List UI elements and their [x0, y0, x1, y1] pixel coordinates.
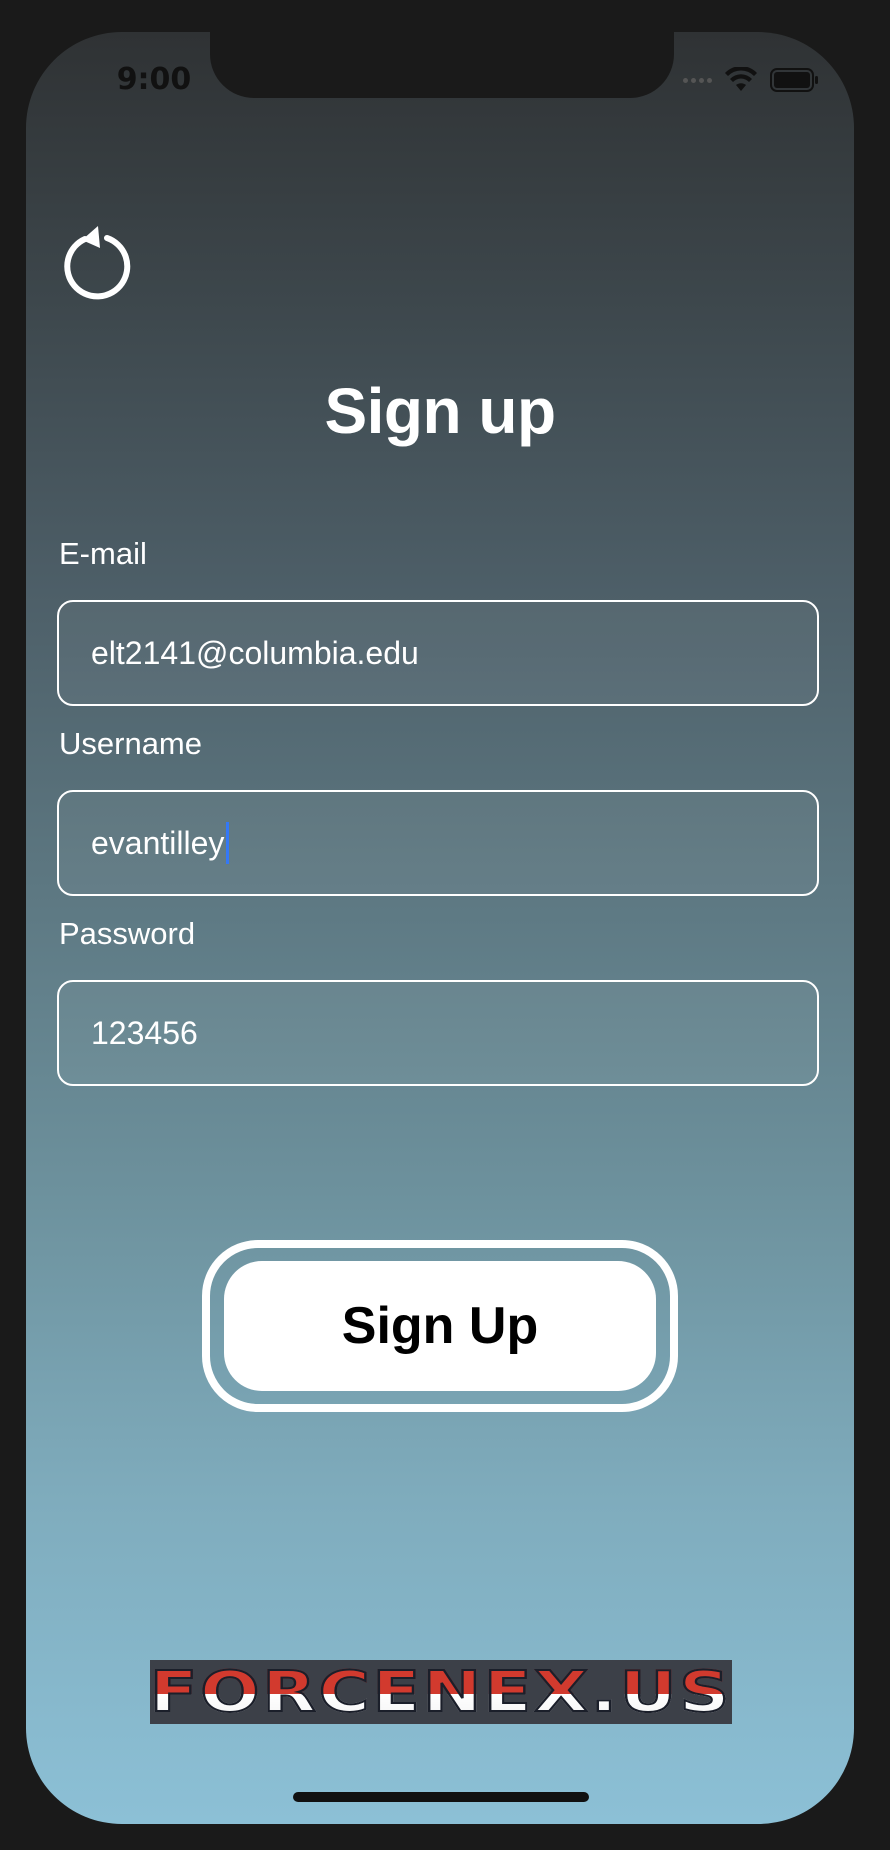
page-title: Sign up: [324, 375, 556, 447]
email-label: E-mail: [59, 536, 147, 571]
logo-text: FORCENEX.US: [150, 1660, 732, 1724]
status-icons: [683, 67, 820, 93]
forcenex-logo: FORCENEX.US: [150, 1660, 732, 1724]
home-indicator[interactable]: [293, 1792, 589, 1802]
signup-button[interactable]: Sign Up: [224, 1261, 656, 1391]
email-field[interactable]: elt2141@columbia.edu: [57, 600, 819, 706]
email-value: elt2141@columbia.edu: [91, 634, 419, 671]
notch: [210, 32, 674, 98]
signup-button-frame: Sign Up: [202, 1240, 678, 1412]
signal-icon: [683, 77, 712, 83]
username-value: evantilley: [91, 824, 225, 861]
app-screen: 9:00 Sign up E-mail elt2141@columbia.edu…: [26, 32, 854, 1824]
password-value: 123456: [91, 1014, 198, 1051]
username-label: Username: [59, 726, 202, 761]
refresh-icon: [56, 226, 136, 308]
wifi-icon: [724, 67, 758, 93]
text-caret: [226, 822, 230, 864]
device-frame: 9:00 Sign up E-mail elt2141@columbia.edu…: [0, 0, 890, 1850]
password-label: Password: [59, 916, 196, 951]
refresh-button[interactable]: [56, 224, 136, 304]
battery-icon: [770, 67, 820, 93]
username-field[interactable]: evantilley: [57, 790, 819, 896]
password-field[interactable]: 123456: [57, 980, 819, 1086]
status-time: 9:00: [116, 62, 192, 97]
